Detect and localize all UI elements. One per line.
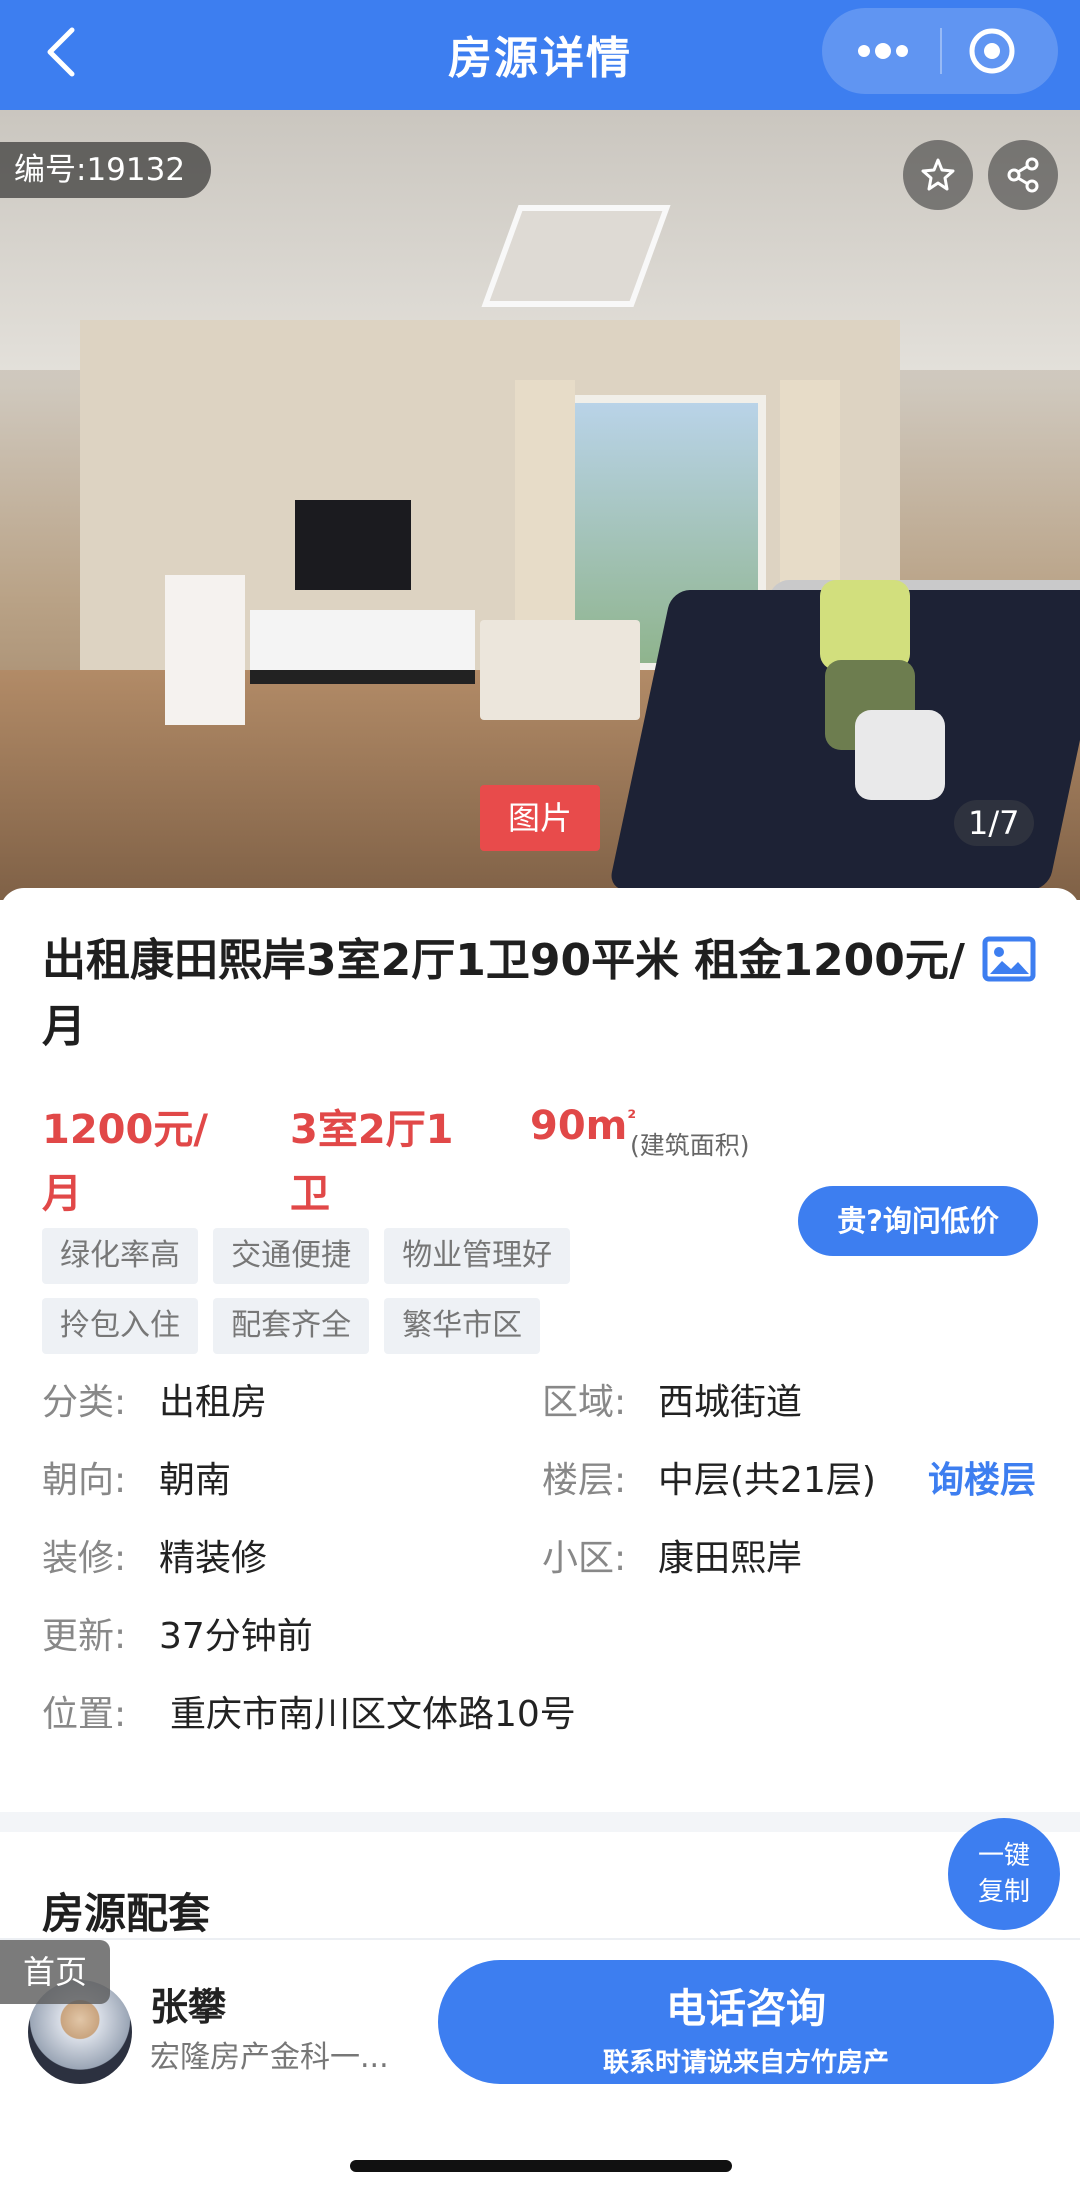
home-indicator[interactable] (350, 2160, 732, 2172)
photo-pillow (820, 580, 910, 670)
agent-company: 宏隆房产金科一... (150, 2040, 389, 2075)
community-label: 小区: (542, 1538, 627, 1579)
listing-title: 出租康田熙岸3室2厅1卫90平米 租金1200元/月 (42, 935, 965, 1052)
listing-info-card: 出租康田熙岸3室2厅1卫90平米 租金1200元/月 1200元/月 3室2厅1… (0, 888, 1080, 1818)
home-button[interactable]: 首页 (0, 1940, 110, 2004)
mini-program-capsule (822, 8, 1058, 94)
feature-tag: 交通便捷 (213, 1228, 370, 1284)
feature-tag: 繁华市区 (384, 1298, 541, 1354)
amenities-section-title: 房源配套 (42, 1889, 211, 1938)
category-value: 出租房 (159, 1382, 268, 1423)
property-details: 分类: 出租房 区域: 西城街道 朝向: 朝南 楼层: 中层(共21层) 询楼层… (42, 1373, 1042, 1763)
category-label: 分类: (42, 1382, 127, 1423)
floor-value: 中层(共21层) (658, 1460, 876, 1501)
detail-row: 分类: 出租房 区域: 西城街道 (42, 1373, 1042, 1451)
detail-row: 位置: 重庆市南川区文体路10号 (42, 1685, 1042, 1763)
feature-tag: 拎包入住 (42, 1298, 198, 1354)
photo-tab[interactable]: 图片 (480, 785, 600, 851)
detail-row: 装修: 精装修 小区: 康田熙岸 (42, 1529, 1042, 1607)
ask-floor-button[interactable]: 询楼层 (928, 1451, 1036, 1503)
section-divider (0, 1812, 1080, 1832)
copy-label-line2: 复制 (977, 1877, 1030, 1907)
orientation-value: 朝南 (159, 1460, 232, 1501)
area-note: (建筑面积) (630, 1131, 750, 1160)
location-value: 重庆市南川区文体路10号 (170, 1694, 576, 1735)
star-icon (921, 158, 955, 191)
image-icon[interactable] (982, 936, 1036, 982)
call-button-subtitle: 联系时请说来自方竹房产 (602, 2048, 889, 2078)
photo-counter: 1/7 (954, 800, 1034, 846)
feature-tag: 配套齐全 (213, 1298, 370, 1354)
more-options-button[interactable] (850, 26, 916, 76)
agent-name: 张攀 (150, 1985, 227, 2029)
detail-row: 更新: 37分钟前 (42, 1607, 1042, 1685)
photo-tv-stand (250, 610, 475, 684)
share-button[interactable] (988, 140, 1058, 210)
decoration-value: 精装修 (159, 1538, 268, 1579)
decoration-label: 装修: (42, 1538, 127, 1579)
detail-row: 朝向: 朝南 楼层: 中层(共21层) 询楼层 (42, 1451, 1042, 1529)
community-value: 康田熙岸 (658, 1538, 803, 1579)
bottom-action-bar: 首页 张攀 宏隆房产金科一... 电话咨询 联系时请说来自方竹房产 (0, 1938, 1080, 2198)
rent-price: 1200元/月 (42, 1107, 208, 1217)
photo-cabinet (165, 575, 245, 725)
updated-value: 37分钟前 (159, 1616, 313, 1657)
photo-pillow (855, 710, 945, 800)
listing-id-badge: 编号:19132 (0, 142, 212, 198)
feature-tag: 物业管理好 (384, 1228, 571, 1284)
phone-consult-button[interactable]: 电话咨询 联系时请说来自方竹房产 (438, 1960, 1054, 2084)
ask-low-price-button[interactable]: 贵?询问低价 (798, 1186, 1038, 1256)
region-value: 西城街道 (658, 1382, 803, 1423)
call-button-label: 电话咨询 (666, 1986, 826, 2032)
region-label: 区域: (542, 1382, 627, 1423)
one-click-copy-button[interactable]: 一键 复制 (948, 1818, 1060, 1930)
floor-label: 楼层: (542, 1460, 627, 1501)
navigation-header: 房源详情 (0, 0, 1080, 110)
feature-tags: 绿化率高 交通便捷 物业管理好 拎包入住 配套齐全 繁华市区 (42, 1228, 642, 1368)
updated-label: 更新: (42, 1616, 127, 1657)
close-mini-program-button[interactable] (962, 26, 1022, 76)
share-icon (1007, 157, 1039, 193)
favorite-button[interactable] (903, 140, 973, 210)
feature-tag: 绿化率高 (42, 1228, 198, 1284)
location-label: 位置: (42, 1694, 127, 1735)
capsule-divider (940, 28, 942, 74)
copy-label-line1: 一键 (977, 1841, 1030, 1871)
room-layout: 3室2厅1卫 (290, 1107, 454, 1217)
listing-photo[interactable] (0, 110, 1080, 900)
photo-tv (295, 500, 411, 590)
photo-coffee-table (480, 620, 640, 720)
orientation-label: 朝向: (42, 1460, 127, 1501)
